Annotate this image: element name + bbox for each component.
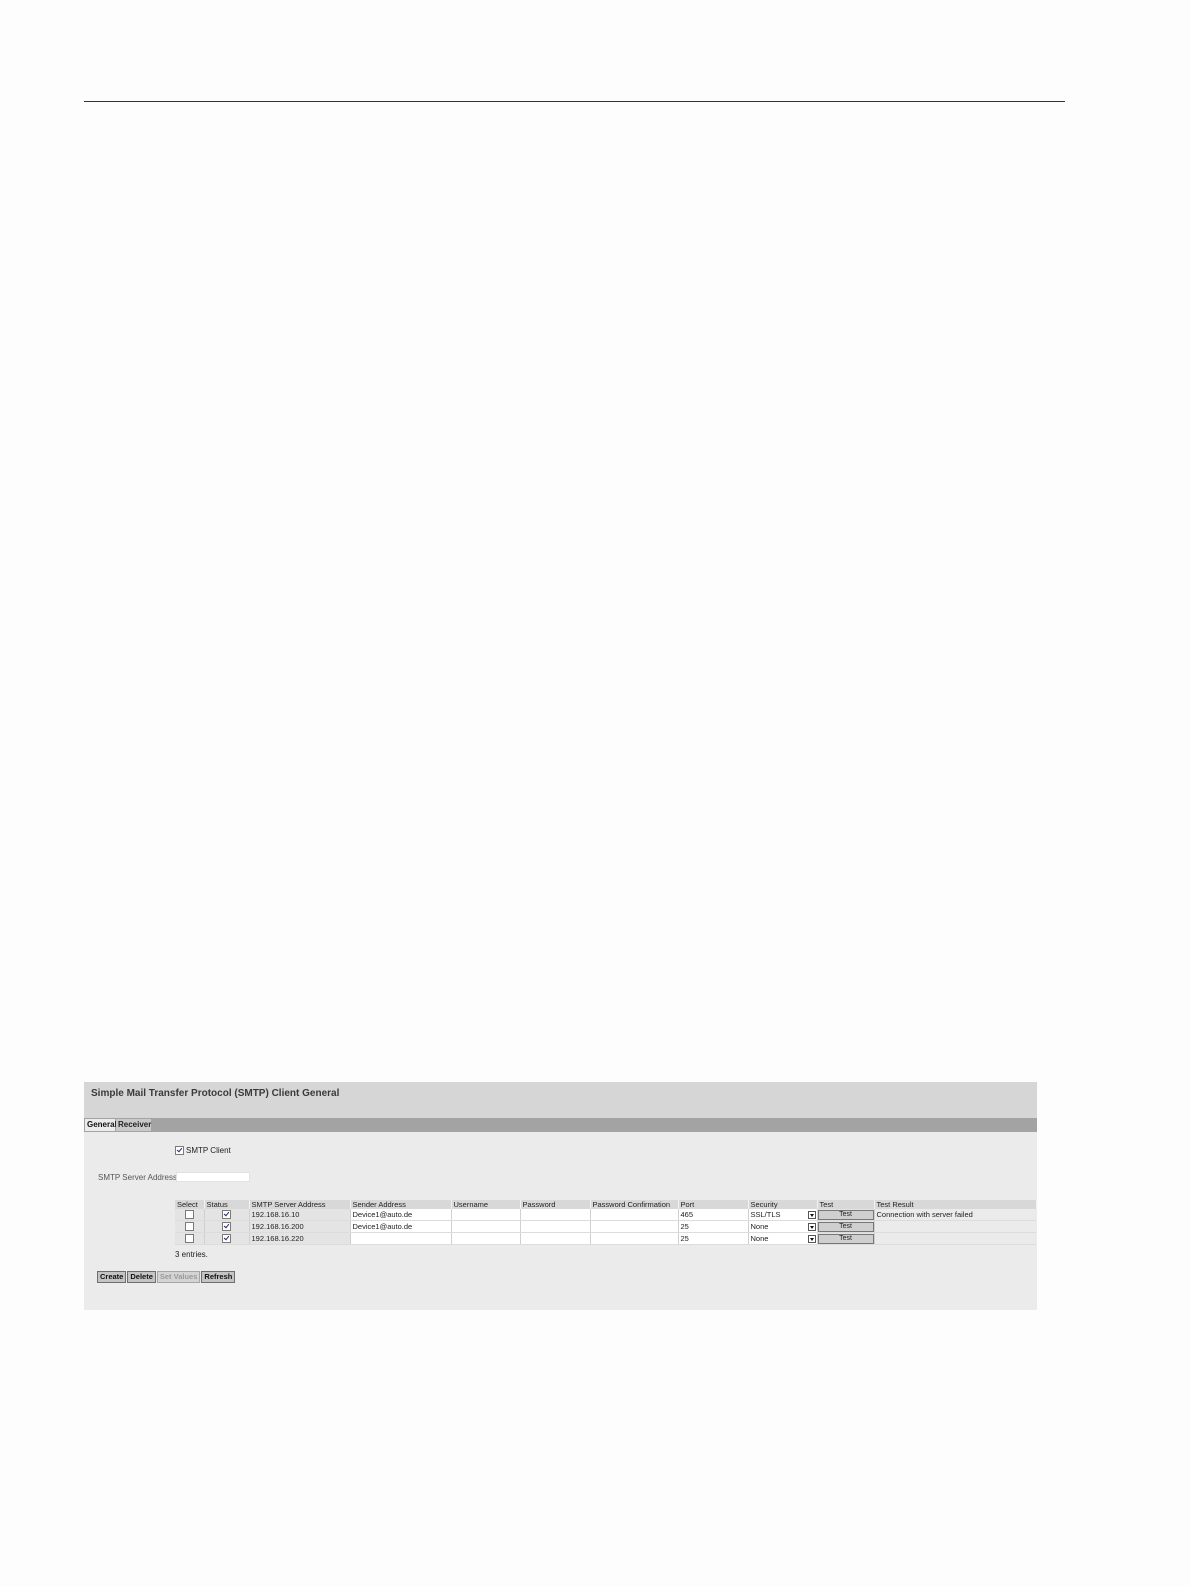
row-password-confirmation-input[interactable] xyxy=(590,1232,679,1245)
row-sender-input[interactable]: Device1@auto.de xyxy=(350,1220,452,1233)
server-table-wrap: Select Status SMTP Server Address Sender… xyxy=(175,1200,1037,1245)
delete-button[interactable]: Delete xyxy=(127,1271,156,1283)
col-select: Select xyxy=(175,1200,205,1209)
page-header-rule xyxy=(84,101,1065,102)
smtp-client-label: SMTP Client xyxy=(186,1146,231,1156)
row-security-value: None xyxy=(750,1221,769,1231)
row-select-checkbox[interactable] xyxy=(184,1210,194,1220)
row-port-input[interactable]: 25 xyxy=(678,1220,749,1233)
row-port-input[interactable]: 465 xyxy=(678,1209,749,1221)
row-username-input[interactable] xyxy=(451,1232,521,1245)
row-status-checkbox[interactable] xyxy=(222,1234,231,1244)
row-password-confirmation-input[interactable] xyxy=(590,1220,679,1233)
col-sender-address: Sender Address xyxy=(350,1200,452,1209)
smtp-server-address-label: SMTP Server Address: xyxy=(98,1173,180,1182)
dropdown-arrow-icon[interactable] xyxy=(807,1222,816,1231)
row-security-value: SSL/TLS xyxy=(750,1209,781,1219)
row-test-result xyxy=(874,1220,1036,1233)
row-test-result xyxy=(874,1232,1036,1245)
page-title: Simple Mail Transfer Protocol (SMTP) Cli… xyxy=(91,1088,340,1099)
title-bar: Simple Mail Transfer Protocol (SMTP) Cli… xyxy=(84,1082,1037,1118)
row-sender-input[interactable]: Device1@auto.de xyxy=(350,1209,452,1221)
dropdown-arrow-icon[interactable] xyxy=(807,1234,816,1243)
row-status-checkbox[interactable] xyxy=(222,1222,231,1232)
row-select-checkbox[interactable] xyxy=(184,1234,194,1244)
row-test-button[interactable]: Test xyxy=(817,1234,873,1244)
row-port-input[interactable]: 25 xyxy=(678,1232,749,1245)
row-sender-input[interactable] xyxy=(350,1232,452,1245)
row-username-input[interactable] xyxy=(451,1209,521,1221)
row-username-input[interactable] xyxy=(451,1220,521,1233)
row-smtp-server: 192.168.16.220 xyxy=(249,1232,351,1245)
smtp-client-screenshot: Simple Mail Transfer Protocol (SMTP) Cli… xyxy=(84,1082,1037,1310)
smtp-client-toggle: SMTP Client xyxy=(175,1146,231,1156)
col-password: Password xyxy=(520,1200,591,1209)
row-password-input[interactable] xyxy=(520,1232,591,1245)
tab-strip: General Receiver xyxy=(84,1118,1037,1132)
row-password-confirmation-input[interactable] xyxy=(590,1209,679,1221)
tab-general[interactable]: General xyxy=(85,1119,117,1131)
table-row: 192.168.16.220 25 None Test xyxy=(175,1232,1036,1245)
row-test-button[interactable]: Test xyxy=(817,1222,873,1232)
row-password-input[interactable] xyxy=(520,1209,591,1221)
row-select-checkbox[interactable] xyxy=(184,1222,194,1232)
col-test-result: Test Result xyxy=(874,1200,1037,1209)
row-security-value: None xyxy=(750,1233,769,1243)
row-smtp-server: 192.168.16.10 xyxy=(249,1209,351,1221)
tab-receiver[interactable]: Receiver xyxy=(116,1119,151,1131)
col-test: Test xyxy=(817,1200,875,1209)
col-status: Status xyxy=(204,1200,250,1209)
create-button[interactable]: Create xyxy=(97,1271,127,1283)
smtp-server-address-input[interactable] xyxy=(176,1172,250,1182)
col-username: Username xyxy=(451,1200,521,1209)
row-password-input[interactable] xyxy=(520,1220,591,1233)
table-header-row: Select Status SMTP Server Address Sender… xyxy=(175,1200,1037,1209)
table-row: 192.168.16.200 Device1@auto.de 25 None T… xyxy=(175,1220,1036,1233)
row-security-select[interactable]: None xyxy=(748,1220,818,1233)
smtp-client-checkbox[interactable] xyxy=(175,1146,184,1156)
dropdown-arrow-icon[interactable] xyxy=(807,1210,816,1219)
row-status-checkbox[interactable] xyxy=(222,1210,231,1220)
row-security-select[interactable]: None xyxy=(748,1232,818,1245)
action-buttons: Create Delete Set Values Refresh xyxy=(97,1271,236,1283)
server-table: Select Status SMTP Server Address Sender… xyxy=(175,1200,1037,1245)
row-security-select[interactable]: SSL/TLS xyxy=(748,1209,818,1221)
refresh-button[interactable]: Refresh xyxy=(201,1271,236,1283)
col-password-confirmation: Password Confirmation xyxy=(590,1200,679,1209)
set-values-button[interactable]: Set Values xyxy=(156,1271,201,1283)
table-row: 192.168.16.10 Device1@auto.de 465 SSL/TL… xyxy=(175,1209,1036,1221)
row-test-result: Connection with server failed xyxy=(874,1209,1036,1221)
col-security: Security xyxy=(748,1200,818,1209)
row-test-button[interactable]: Test xyxy=(817,1210,873,1220)
row-smtp-server: 192.168.16.200 xyxy=(249,1220,351,1233)
entries-count: 3 entries. xyxy=(175,1250,208,1259)
col-smtp-server-address: SMTP Server Address xyxy=(249,1200,351,1209)
col-port: Port xyxy=(678,1200,749,1209)
